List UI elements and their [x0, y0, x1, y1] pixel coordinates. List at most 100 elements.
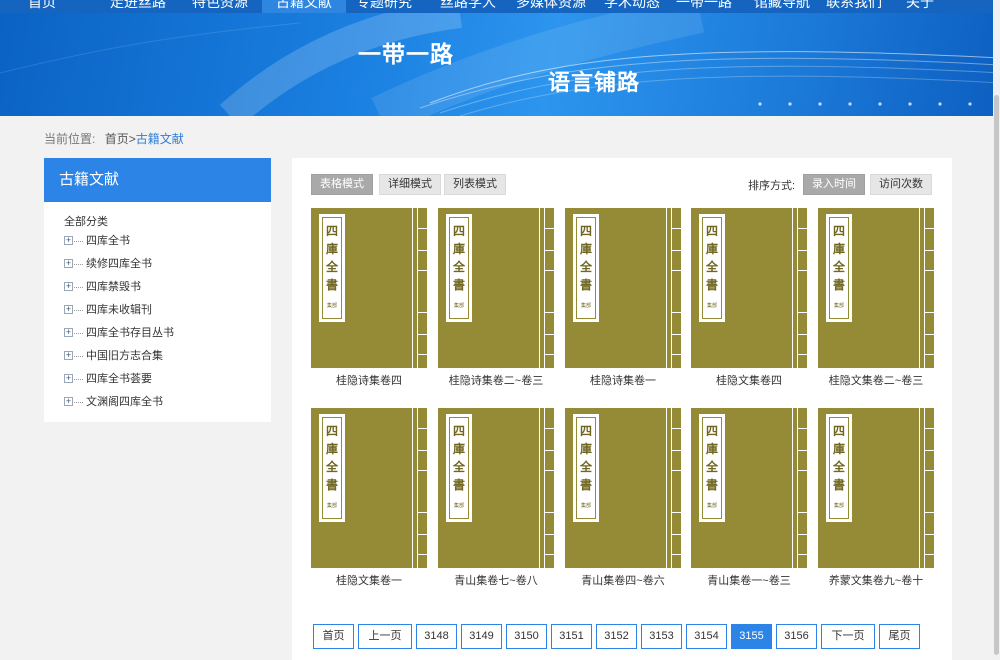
book-title[interactable]: 桂隐文集卷四 [691, 372, 807, 388]
nav-item[interactable]: 一带一路 [676, 0, 732, 13]
expand-plus-icon[interactable]: + [64, 397, 73, 406]
tree-node-label[interactable]: 四库禁毁书 [86, 281, 141, 293]
tree-node[interactable]: + 中国旧方志合集 [64, 345, 271, 368]
tree-node[interactable]: + 四库全书存目丛书 [64, 322, 271, 345]
page-number-button[interactable]: 3150 [506, 624, 547, 649]
book-cover-image[interactable]: 四庫全書集部 [818, 208, 934, 368]
prev-page-button[interactable]: 上一页 [358, 624, 412, 649]
table-mode-button[interactable]: 表格模式 [311, 174, 373, 195]
book-cover-image[interactable]: 四庫全書集部 [311, 408, 427, 568]
page-number-button[interactable]: 3149 [461, 624, 502, 649]
nav-item[interactable]: 关于 [906, 0, 934, 13]
nav-item[interactable]: 馆藏导航 [754, 0, 810, 13]
cover-title-label: 四庫全書集部 [573, 214, 599, 322]
expand-plus-icon[interactable]: + [64, 351, 73, 360]
cover-title-frame: 四庫全書集部 [322, 417, 342, 519]
expand-plus-icon[interactable]: + [64, 236, 73, 245]
book-title[interactable]: 桂隐诗集卷一 [565, 372, 681, 388]
nav-item[interactable]: 学术动态 [604, 0, 660, 13]
cover-stitch [417, 554, 427, 555]
book-card[interactable]: 四庫全書集部桂隐诗集卷一 [565, 208, 681, 388]
book-card[interactable]: 四庫全書集部桂隐诗集卷四 [311, 208, 427, 388]
nav-item[interactable]: 多媒体资源 [516, 0, 586, 13]
sort-by-entry-time-button[interactable]: 录入时间 [803, 174, 865, 195]
book-title[interactable]: 养蒙文集卷九~卷十 [818, 572, 934, 588]
book-cover-image[interactable]: 四庫全書集部 [565, 208, 681, 368]
tree-node[interactable]: + 文渊阁四库全书 [64, 391, 271, 414]
book-cover-image[interactable]: 四庫全書集部 [438, 408, 554, 568]
tree-node[interactable]: + 四库全书荟要 [64, 368, 271, 391]
tree-node-label[interactable]: 四库全书荟要 [86, 373, 152, 385]
book-card[interactable]: 四庫全書集部青山集卷一~卷三 [691, 408, 807, 588]
expand-plus-icon[interactable]: + [64, 328, 73, 337]
book-card[interactable]: 四庫全書集部养蒙文集卷九~卷十 [818, 408, 934, 588]
nav-item[interactable]: 联系我们 [826, 0, 882, 13]
page-number-button[interactable]: 3156 [776, 624, 817, 649]
book-title[interactable]: 青山集卷一~卷三 [691, 572, 807, 588]
book-cover-image[interactable]: 四庫全書集部 [691, 208, 807, 368]
tree-node-label[interactable]: 四库未收辑刊 [86, 304, 152, 316]
tree-root-all-categories[interactable]: 全部分类 [64, 214, 271, 230]
cover-binding-line [666, 208, 667, 368]
first-page-button[interactable]: 首页 [313, 624, 354, 649]
book-cover-image[interactable]: 四庫全書集部 [438, 208, 554, 368]
breadcrumb-home-link[interactable]: 首页> [105, 132, 136, 146]
expand-plus-icon[interactable]: + [64, 305, 73, 314]
page-number-button[interactable]: 3153 [641, 624, 682, 649]
book-card[interactable]: 四庫全書集部桂隐文集卷四 [691, 208, 807, 388]
cover-stitch [671, 250, 681, 251]
cover-binding-line [417, 208, 418, 368]
list-mode-button[interactable]: 列表模式 [444, 174, 506, 195]
book-card[interactable]: 四庫全書集部桂隐文集卷一 [311, 408, 427, 588]
book-card[interactable]: 四庫全書集部桂隐诗集卷二~卷三 [438, 208, 554, 388]
book-title[interactable]: 青山集卷七~卷八 [438, 572, 554, 588]
nav-item[interactable]: 丝路学人 [440, 0, 496, 13]
book-cover-image[interactable]: 四庫全書集部 [691, 408, 807, 568]
page-number-button[interactable]: 3151 [551, 624, 592, 649]
vertical-scrollbar[interactable] [993, 0, 1000, 660]
book-cover-image[interactable]: 四庫全書集部 [311, 208, 427, 368]
book-title[interactable]: 桂隐文集卷二~卷三 [818, 372, 934, 388]
book-cover-image[interactable]: 四庫全書集部 [818, 408, 934, 568]
cover-stitch [544, 334, 554, 335]
cover-title-char: 全 [579, 260, 592, 274]
last-page-button[interactable]: 尾页 [879, 624, 920, 649]
tree-node[interactable]: + 四库禁毁书 [64, 276, 271, 299]
page-number-button[interactable]: 3152 [596, 624, 637, 649]
breadcrumb-current[interactable]: 古籍文献 [136, 132, 184, 146]
book-card[interactable]: 四庫全書集部青山集卷七~卷八 [438, 408, 554, 588]
scrollbar-thumb[interactable] [994, 95, 999, 655]
expand-plus-icon[interactable]: + [64, 374, 73, 383]
tree-node[interactable]: + 四库未收辑刊 [64, 299, 271, 322]
tree-node-label[interactable]: 文渊阁四库全书 [86, 396, 163, 408]
expand-plus-icon[interactable]: + [64, 282, 73, 291]
nav-item[interactable]: 首页 [28, 0, 56, 13]
tree-node-label[interactable]: 续修四库全书 [86, 258, 152, 270]
nav-item[interactable]: 走进丝路 [110, 0, 166, 13]
page-number-button[interactable]: 3154 [686, 624, 727, 649]
current-page-button[interactable]: 3155 [731, 624, 772, 649]
expand-plus-icon[interactable]: + [64, 259, 73, 268]
book-title[interactable]: 桂隐文集卷一 [311, 572, 427, 588]
cover-stitch [671, 270, 681, 271]
book-title[interactable]: 青山集卷四~卷六 [565, 572, 681, 588]
book-cover-image[interactable]: 四庫全書集部 [565, 408, 681, 568]
page-number-button[interactable]: 3148 [416, 624, 457, 649]
book-title[interactable]: 桂隐诗集卷二~卷三 [438, 372, 554, 388]
book-card[interactable]: 四庫全書集部桂隐文集卷二~卷三 [818, 208, 934, 388]
tree-node-label[interactable]: 中国旧方志合集 [86, 350, 163, 362]
tree-node[interactable]: + 续修四库全书 [64, 253, 271, 276]
tree-node[interactable]: + 四库全书 [64, 230, 271, 253]
tree-node-label[interactable]: 四库全书 [86, 235, 130, 247]
book-card[interactable]: 四庫全書集部青山集卷四~卷六 [565, 408, 681, 588]
nav-item[interactable]: 特色资源 [192, 0, 248, 13]
next-page-button[interactable]: 下一页 [821, 624, 875, 649]
book-title[interactable]: 桂隐诗集卷四 [311, 372, 427, 388]
tree-node-label[interactable]: 四库全书存目丛书 [86, 327, 174, 339]
detail-mode-button[interactable]: 详细模式 [379, 174, 441, 195]
cover-title-char: 書 [452, 478, 465, 492]
cover-stitch [671, 554, 681, 555]
nav-item[interactable]: 专题研究 [356, 0, 412, 13]
nav-item-active[interactable]: 古籍文献 [262, 0, 346, 13]
sort-by-visits-button[interactable]: 访问次数 [870, 174, 932, 195]
